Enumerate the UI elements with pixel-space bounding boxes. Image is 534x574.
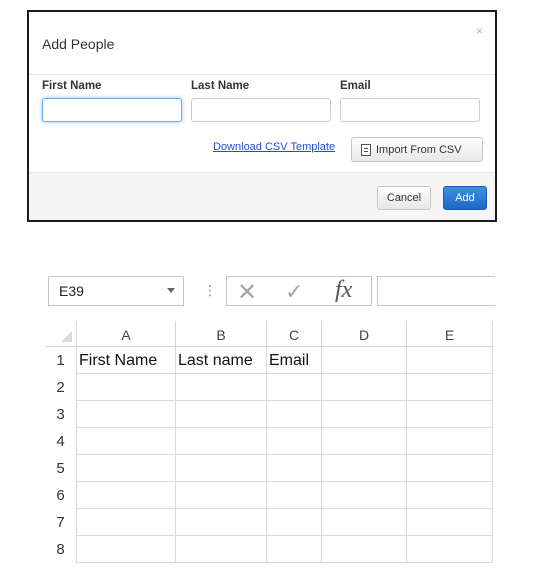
cell-d3[interactable]: [322, 401, 407, 428]
close-icon[interactable]: ×: [476, 24, 483, 38]
cell-b8[interactable]: [176, 536, 267, 563]
cell-e2[interactable]: [407, 374, 493, 401]
last-name-label: Last Name: [191, 80, 250, 92]
cell-c4[interactable]: [267, 428, 322, 455]
column-header-a[interactable]: A: [77, 321, 176, 347]
formula-bar[interactable]: [377, 276, 495, 306]
cell-b1[interactable]: Last name: [176, 347, 267, 374]
cell-e7[interactable]: [407, 509, 493, 536]
row-header-3[interactable]: 3: [45, 401, 77, 428]
cell-e6[interactable]: [407, 482, 493, 509]
cell-d5[interactable]: [322, 455, 407, 482]
row-header-4[interactable]: 4: [45, 428, 77, 455]
download-csv-template-link[interactable]: Download CSV Template: [213, 141, 335, 153]
cell-a2[interactable]: [77, 374, 176, 401]
column-header-d[interactable]: D: [322, 321, 407, 347]
cell-a1[interactable]: First Name: [77, 347, 176, 374]
column-header-c[interactable]: C: [267, 321, 322, 347]
last-name-input[interactable]: [191, 98, 331, 122]
insert-function-icon[interactable]: fx: [335, 277, 352, 304]
cell-d7[interactable]: [322, 509, 407, 536]
cell-b4[interactable]: [176, 428, 267, 455]
column-header-e[interactable]: E: [407, 321, 493, 347]
column-header-b[interactable]: B: [176, 321, 267, 347]
chevron-down-icon[interactable]: [167, 288, 175, 293]
email-input[interactable]: [340, 98, 480, 122]
cell-c2[interactable]: [267, 374, 322, 401]
cell-a4[interactable]: [77, 428, 176, 455]
cell-c7[interactable]: [267, 509, 322, 536]
name-box-value: E39: [59, 283, 84, 299]
select-all-triangle-icon: [61, 331, 72, 342]
dialog-header: Add People ×: [29, 12, 495, 75]
cell-a7[interactable]: [77, 509, 176, 536]
first-name-input[interactable]: [42, 98, 182, 122]
dialog-title: Add People: [42, 36, 115, 52]
cell-d1[interactable]: [322, 347, 407, 374]
enter-check-icon[interactable]: ✓: [285, 279, 303, 305]
import-button-label: Import From CSV: [376, 143, 462, 156]
row-header-1[interactable]: 1: [45, 347, 77, 374]
add-button[interactable]: Add: [443, 186, 487, 210]
cell-d6[interactable]: [322, 482, 407, 509]
select-all-corner[interactable]: [45, 321, 77, 347]
cell-b2[interactable]: [176, 374, 267, 401]
cell-e5[interactable]: [407, 455, 493, 482]
row-header-5[interactable]: 5: [45, 455, 77, 482]
cell-e3[interactable]: [407, 401, 493, 428]
cell-b7[interactable]: [176, 509, 267, 536]
first-name-label: First Name: [42, 80, 102, 92]
row-header-7[interactable]: 7: [45, 509, 77, 536]
import-from-csv-button[interactable]: Import From CSV: [351, 137, 483, 162]
cancel-button[interactable]: Cancel: [377, 186, 431, 210]
cell-d4[interactable]: [322, 428, 407, 455]
dialog-footer: Cancel Add: [29, 172, 495, 220]
row-header-6[interactable]: 6: [45, 482, 77, 509]
cell-c5[interactable]: [267, 455, 322, 482]
cell-d2[interactable]: [322, 374, 407, 401]
row-header-2[interactable]: 2: [45, 374, 77, 401]
cell-a6[interactable]: [77, 482, 176, 509]
cell-a3[interactable]: [77, 401, 176, 428]
cell-a5[interactable]: [77, 455, 176, 482]
cancel-x-icon[interactable]: ✕: [237, 278, 257, 307]
more-options-icon[interactable]: ⋮: [203, 282, 217, 298]
cell-b6[interactable]: [176, 482, 267, 509]
cell-a8[interactable]: [77, 536, 176, 563]
cell-c8[interactable]: [267, 536, 322, 563]
cell-d8[interactable]: [322, 536, 407, 563]
cell-e1[interactable]: [407, 347, 493, 374]
cell-b5[interactable]: [176, 455, 267, 482]
email-label: Email: [340, 80, 371, 92]
cell-c6[interactable]: [267, 482, 322, 509]
cell-e4[interactable]: [407, 428, 493, 455]
cell-e8[interactable]: [407, 536, 493, 563]
cell-c1[interactable]: Email: [267, 347, 322, 374]
file-icon: [361, 143, 371, 156]
row-header-8[interactable]: 8: [45, 536, 77, 563]
add-people-dialog: Add People × First Name Last Name Email …: [27, 10, 497, 222]
cell-b3[interactable]: [176, 401, 267, 428]
name-box[interactable]: E39: [48, 276, 184, 306]
cell-c3[interactable]: [267, 401, 322, 428]
formula-buttons: ✕ ✓ fx: [226, 276, 372, 306]
